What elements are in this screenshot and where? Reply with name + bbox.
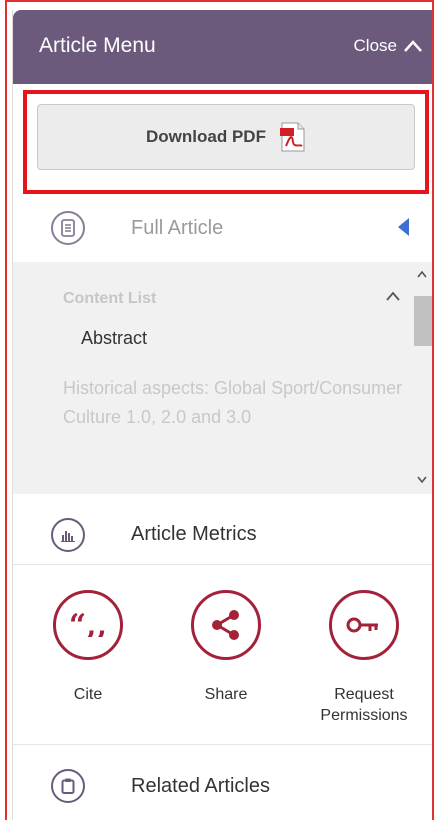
document-icon	[51, 211, 85, 245]
download-pdf-label: Download PDF	[146, 127, 266, 146]
clipboard-icon	[51, 769, 85, 803]
related-articles-label: Related Articles	[131, 774, 270, 797]
content-list-scrollbar[interactable]	[411, 262, 432, 494]
article-menu-panel: Article Menu Close Download PDF Full Art…	[12, 10, 432, 820]
article-metrics-label: Article Metrics	[131, 523, 257, 545]
frame-left-border	[5, 0, 7, 820]
share-icon	[191, 590, 261, 660]
cite-button[interactable]: “,, Cite	[33, 590, 143, 705]
share-label: Share	[204, 686, 248, 703]
scroll-up-arrow-icon[interactable]	[417, 270, 427, 278]
quote-icon: “,,	[53, 590, 123, 660]
frame-top-border	[5, 0, 434, 2]
chevron-up-icon	[404, 40, 422, 52]
download-pdf-button[interactable]: Download PDF	[37, 104, 415, 170]
content-list-item[interactable]: Historical aspects: Global Sport/Consume…	[63, 374, 403, 432]
close-label: Close	[353, 36, 397, 55]
frame-right-border	[432, 0, 434, 820]
chevron-up-icon[interactable]	[385, 290, 401, 302]
request-permissions-button[interactable]: Request Permissions	[309, 590, 419, 726]
content-list: Content List Abstract Historical aspects…	[13, 262, 432, 494]
bar-chart-icon	[51, 517, 85, 552]
article-actions: “,, Cite Share Request Permissions	[13, 590, 432, 745]
cite-label: Cite	[73, 686, 103, 703]
article-menu-title: Article Menu	[39, 34, 156, 57]
share-button[interactable]: Share	[171, 590, 281, 705]
scroll-down-arrow-icon[interactable]	[417, 476, 427, 484]
key-icon	[329, 590, 399, 660]
request-permissions-label: Request Permissions	[320, 686, 408, 724]
content-list-title: Content List	[63, 290, 157, 307]
pdf-file-icon	[279, 122, 305, 152]
article-metrics-item[interactable]: Article Metrics	[13, 505, 432, 565]
article-menu-header: Article Menu Close	[13, 10, 432, 84]
active-indicator-icon	[398, 218, 409, 236]
svg-text:“,,: “,,	[69, 613, 107, 637]
related-articles-item[interactable]: Related Articles	[13, 758, 432, 814]
full-article-item[interactable]: Full Article	[13, 206, 432, 250]
scrollbar-thumb[interactable]	[414, 296, 432, 346]
full-article-label: Full Article	[131, 216, 224, 239]
close-button[interactable]: Close	[354, 36, 423, 56]
content-list-item[interactable]: Abstract	[81, 328, 147, 349]
download-pdf-highlight: Download PDF	[23, 90, 429, 194]
